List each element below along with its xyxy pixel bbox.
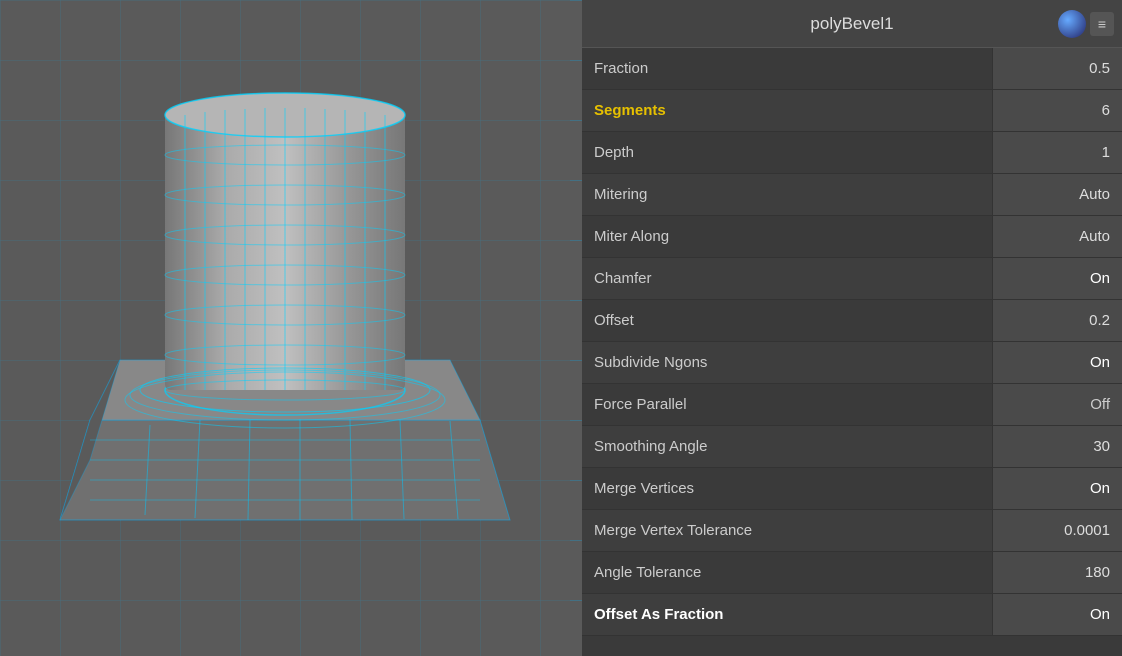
- property-row[interactable]: MiteringAuto: [582, 174, 1122, 216]
- property-label: Depth: [582, 132, 992, 173]
- property-row[interactable]: Merge Vertex Tolerance0.0001: [582, 510, 1122, 552]
- property-value[interactable]: On: [992, 594, 1122, 635]
- panel-header: polyBevel1 ≡: [582, 0, 1122, 48]
- property-value[interactable]: Auto: [992, 174, 1122, 215]
- 3d-viewport[interactable]: [0, 0, 582, 656]
- property-label: Offset: [582, 300, 992, 341]
- property-label: Segments: [582, 90, 992, 131]
- panel-title: polyBevel1: [810, 14, 893, 34]
- property-row[interactable]: Subdivide NgonsOn: [582, 342, 1122, 384]
- property-label: Force Parallel: [582, 384, 992, 425]
- property-row[interactable]: Segments6: [582, 90, 1122, 132]
- property-value[interactable]: 30: [992, 426, 1122, 467]
- property-row[interactable]: Depth1: [582, 132, 1122, 174]
- property-value[interactable]: Auto: [992, 216, 1122, 257]
- property-label: Offset As Fraction: [582, 594, 992, 635]
- property-value[interactable]: Off: [992, 384, 1122, 425]
- property-label: Mitering: [582, 174, 992, 215]
- property-row[interactable]: Miter AlongAuto: [582, 216, 1122, 258]
- property-label: Subdivide Ngons: [582, 342, 992, 383]
- property-label: Fraction: [582, 48, 992, 89]
- property-value[interactable]: 0.5: [992, 48, 1122, 89]
- property-row[interactable]: Fraction0.5: [582, 48, 1122, 90]
- property-label: Merge Vertices: [582, 468, 992, 509]
- viewport-scene: [0, 0, 570, 656]
- property-label: Miter Along: [582, 216, 992, 257]
- property-row[interactable]: Angle Tolerance180: [582, 552, 1122, 594]
- property-row[interactable]: ChamferOn: [582, 258, 1122, 300]
- property-value[interactable]: 6: [992, 90, 1122, 131]
- property-label: Smoothing Angle: [582, 426, 992, 467]
- property-value[interactable]: 0.0001: [992, 510, 1122, 551]
- header-icons: ≡: [1058, 10, 1114, 38]
- node-icon[interactable]: [1058, 10, 1086, 38]
- property-value[interactable]: 1: [992, 132, 1122, 173]
- properties-list: Fraction0.5Segments6Depth1MiteringAutoMi…: [582, 48, 1122, 636]
- property-value[interactable]: On: [992, 468, 1122, 509]
- property-value[interactable]: 0.2: [992, 300, 1122, 341]
- property-row[interactable]: Force ParallelOff: [582, 384, 1122, 426]
- property-label: Chamfer: [582, 258, 992, 299]
- property-value[interactable]: On: [992, 258, 1122, 299]
- menu-icon[interactable]: ≡: [1090, 12, 1114, 36]
- property-row[interactable]: Offset As FractionOn: [582, 594, 1122, 636]
- property-row[interactable]: Smoothing Angle30: [582, 426, 1122, 468]
- properties-panel: polyBevel1 ≡ Fraction0.5Segments6Depth1M…: [582, 0, 1122, 656]
- property-label: Angle Tolerance: [582, 552, 992, 593]
- property-row[interactable]: Merge VerticesOn: [582, 468, 1122, 510]
- property-value[interactable]: On: [992, 342, 1122, 383]
- property-label: Merge Vertex Tolerance: [582, 510, 992, 551]
- property-value[interactable]: 180: [992, 552, 1122, 593]
- property-row[interactable]: Offset0.2: [582, 300, 1122, 342]
